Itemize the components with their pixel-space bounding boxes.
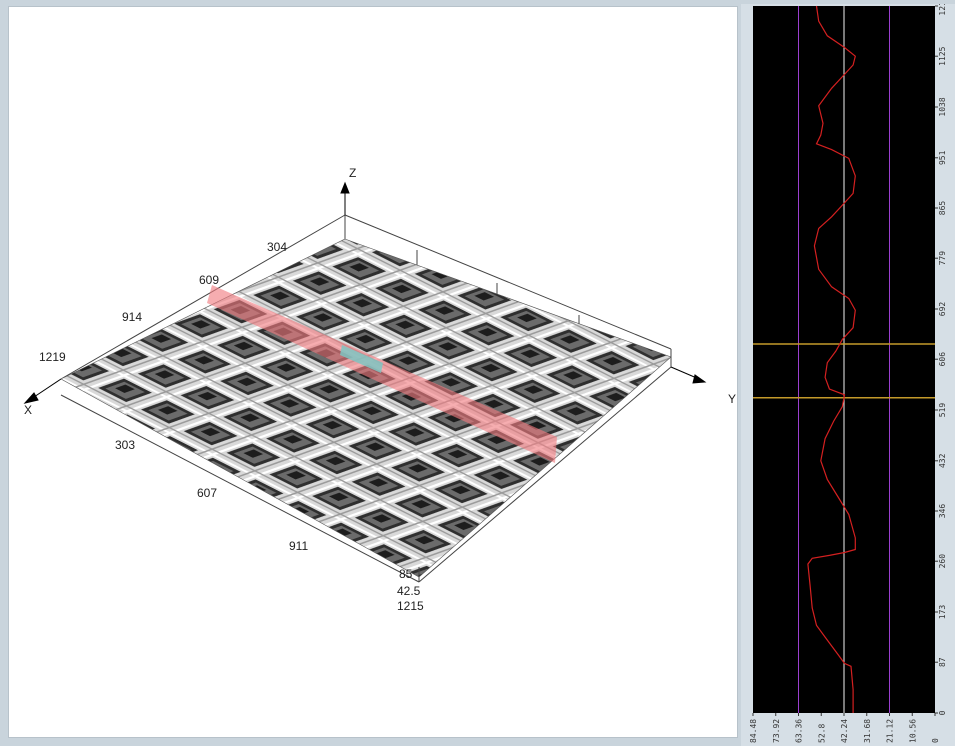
profile-chart[interactable]: 0 87 173 260 346 432 519 606 692 779 865 951 1038 112… — [741, 4, 955, 746]
z-axis-title: Z — [349, 166, 356, 180]
y-tick-label: 692 — [938, 302, 947, 317]
x-tick-label: 911 — [289, 539, 308, 553]
x-tick-label: 1215 — [397, 599, 424, 613]
y-tick-label: 432 — [938, 453, 947, 468]
surface-3d-view[interactable]: Z X Y 303 607 911 1215 304 609 914 1219 … — [8, 6, 738, 738]
x-tick-label: 21.12 — [886, 719, 895, 743]
y-tick-label: 519 — [938, 403, 947, 418]
z-tick-label: 85 — [399, 567, 413, 581]
y-tick-label: 779 — [938, 251, 947, 266]
y-tick-label: 1038 — [938, 97, 947, 116]
y-tick-label: 173 — [938, 605, 947, 620]
x-tick-label: 31.68 — [863, 719, 872, 743]
y-tick-label: 346 — [938, 504, 947, 519]
y-tick-label: 0 — [938, 710, 947, 715]
y-tick-label: 609 — [199, 273, 219, 287]
x-tick-label: 63.36 — [795, 719, 804, 743]
terrain-surface — [60, 238, 672, 578]
x-tick-label: 10.56 — [908, 719, 917, 743]
x-tick-label: 52.8 — [817, 724, 826, 743]
x-tick-label: 303 — [115, 438, 135, 452]
y-tick-label: 865 — [938, 201, 947, 216]
y-tick-label: 304 — [267, 240, 287, 254]
profile-panel[interactable]: 0 87 173 260 346 432 519 606 692 779 865 951 1038 112… — [741, 4, 955, 746]
y-tick-label: 1219 — [39, 350, 66, 364]
y-tick-label: 1125 — [938, 46, 947, 65]
x-tick-label: 0 — [931, 738, 940, 743]
y-tick-label: 951 — [938, 150, 947, 165]
y-tick-label: 260 — [938, 554, 947, 569]
x-tick-label: 84.48 — [749, 719, 758, 743]
x-tick-label: 607 — [197, 486, 217, 500]
y-tick-label: 1211 — [938, 4, 947, 16]
x-tick-label: 42.24 — [840, 719, 849, 743]
x-axis-title: X — [24, 403, 32, 417]
surface-3d-canvas[interactable]: Z X Y 303 607 911 1215 304 609 914 1219 … — [9, 7, 739, 739]
y-axis-title: Y — [728, 392, 736, 406]
x-tick-label: 73.92 — [772, 719, 781, 743]
y-tick-label: 87 — [938, 657, 947, 667]
y-tick-label: 914 — [122, 310, 142, 324]
y-tick-label: 606 — [938, 352, 947, 367]
z-tick-label: 42.5 — [397, 584, 421, 598]
